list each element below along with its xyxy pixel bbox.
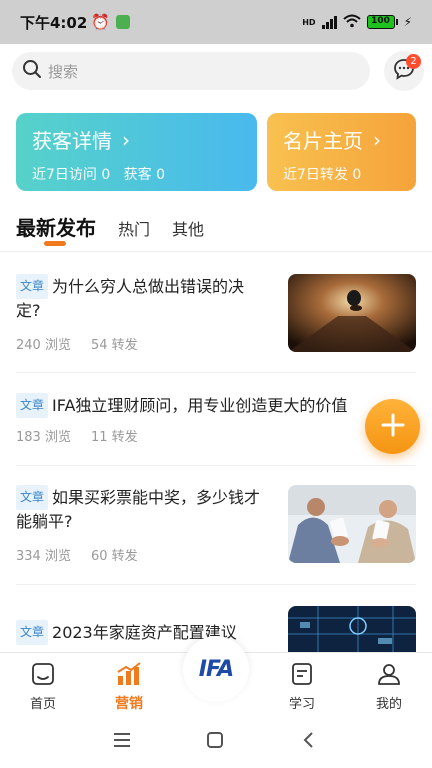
chevron-right-icon: › (373, 127, 381, 152)
article-tag: 文章 (16, 393, 49, 418)
article-thumbnail (288, 606, 416, 652)
article-thumbnail (288, 485, 416, 563)
tab-hot[interactable]: 热门 (118, 212, 150, 240)
article-views: 183 浏览 (16, 430, 71, 445)
app-notification-icon (116, 15, 130, 29)
ifa-logo: IFA (198, 656, 234, 682)
status-bar: 下午4:02 ⏰ HD 100 ⚡ (0, 0, 432, 44)
article-item[interactable]: 文章 为什么穷人总做出错误的决定? 240 浏览 54 转发 (16, 274, 416, 353)
back-icon[interactable] (302, 732, 314, 752)
divider (16, 465, 416, 466)
nav-mine-label: 我的 (375, 697, 402, 712)
nav-marketing-label: 营销 (115, 696, 143, 712)
nav-marketing[interactable]: 营销 (99, 661, 159, 713)
content-tabs: 最新发布 热门 其他 (16, 212, 416, 248)
nav-learn[interactable]: 学习 (272, 661, 332, 712)
signal-icon (321, 15, 337, 29)
home-square-icon[interactable] (207, 732, 223, 752)
article-title: 如果买彩票能中奖，多少钱才能躺平? (16, 488, 261, 531)
article-thumbnail (288, 274, 416, 352)
plus-icon (380, 412, 406, 442)
wifi-icon (342, 14, 361, 31)
document-icon (272, 661, 332, 687)
article-shares: 60 转发 (90, 549, 138, 564)
article-shares: 54 转发 (90, 338, 138, 353)
article-title: IFA独立理财顾问，用专业创造更大的价值 (52, 396, 348, 415)
message-count-badge: 2 (406, 54, 421, 69)
menu-icon[interactable] (113, 732, 131, 752)
divider (16, 584, 416, 585)
article-tag: 文章 (16, 485, 49, 510)
lead-details-card[interactable]: 获客详情 › 近7日访问 0 获客 0 (16, 113, 257, 191)
search-icon (22, 59, 42, 83)
messages-button[interactable]: 2 (384, 51, 424, 91)
divider (16, 372, 416, 373)
business-card-home-card[interactable]: 名片主页 › 近7日转发 0 (267, 113, 416, 191)
network-label: HD (302, 17, 316, 27)
search-placeholder: 搜索 (48, 62, 79, 81)
article-tag: 文章 (16, 620, 49, 645)
business-card-home-stats: 近7日转发 0 (283, 167, 362, 183)
battery-level: 100 (366, 15, 395, 29)
article-views: 334 浏览 (16, 549, 71, 564)
add-button[interactable] (365, 399, 420, 454)
charging-icon: ⚡ (403, 15, 412, 29)
chart-icon (99, 661, 159, 687)
home-icon (13, 661, 73, 687)
nav-home[interactable]: 首页 (13, 661, 73, 712)
status-time: 下午4:02 (20, 13, 88, 32)
article-item[interactable]: 文章 IFA独立理财顾问，用专业创造更大的价值 183 浏览 11 转发 (16, 393, 416, 445)
article-views: 240 浏览 (16, 338, 71, 353)
ifa-logo-button[interactable]: IFA (183, 636, 249, 702)
alarm-icon: ⏰ (91, 13, 110, 31)
divider (0, 251, 432, 252)
business-card-home-title: 名片主页 (283, 129, 363, 153)
system-navigation-bar (0, 714, 432, 768)
chevron-right-icon: › (122, 127, 130, 152)
tab-latest[interactable]: 最新发布 (16, 212, 96, 246)
lead-details-title: 获客详情 (32, 129, 112, 153)
nav-home-label: 首页 (29, 697, 56, 712)
nav-mine[interactable]: 我的 (359, 661, 419, 712)
article-item[interactable]: 文章 如果买彩票能中奖，多少钱才能躺平? 334 浏览 60 转发 (16, 485, 416, 564)
lead-details-stats: 近7日访问 0 获客 0 (32, 167, 165, 183)
search-input[interactable]: 搜索 (12, 52, 370, 90)
battery-icon: 100 (366, 15, 398, 29)
article-title: 为什么穷人总做出错误的决定? (16, 277, 245, 320)
user-icon (359, 661, 419, 687)
article-shares: 11 转发 (90, 430, 138, 445)
nav-learn-label: 学习 (288, 697, 315, 712)
article-tag: 文章 (16, 274, 49, 299)
tab-other[interactable]: 其他 (172, 212, 204, 240)
